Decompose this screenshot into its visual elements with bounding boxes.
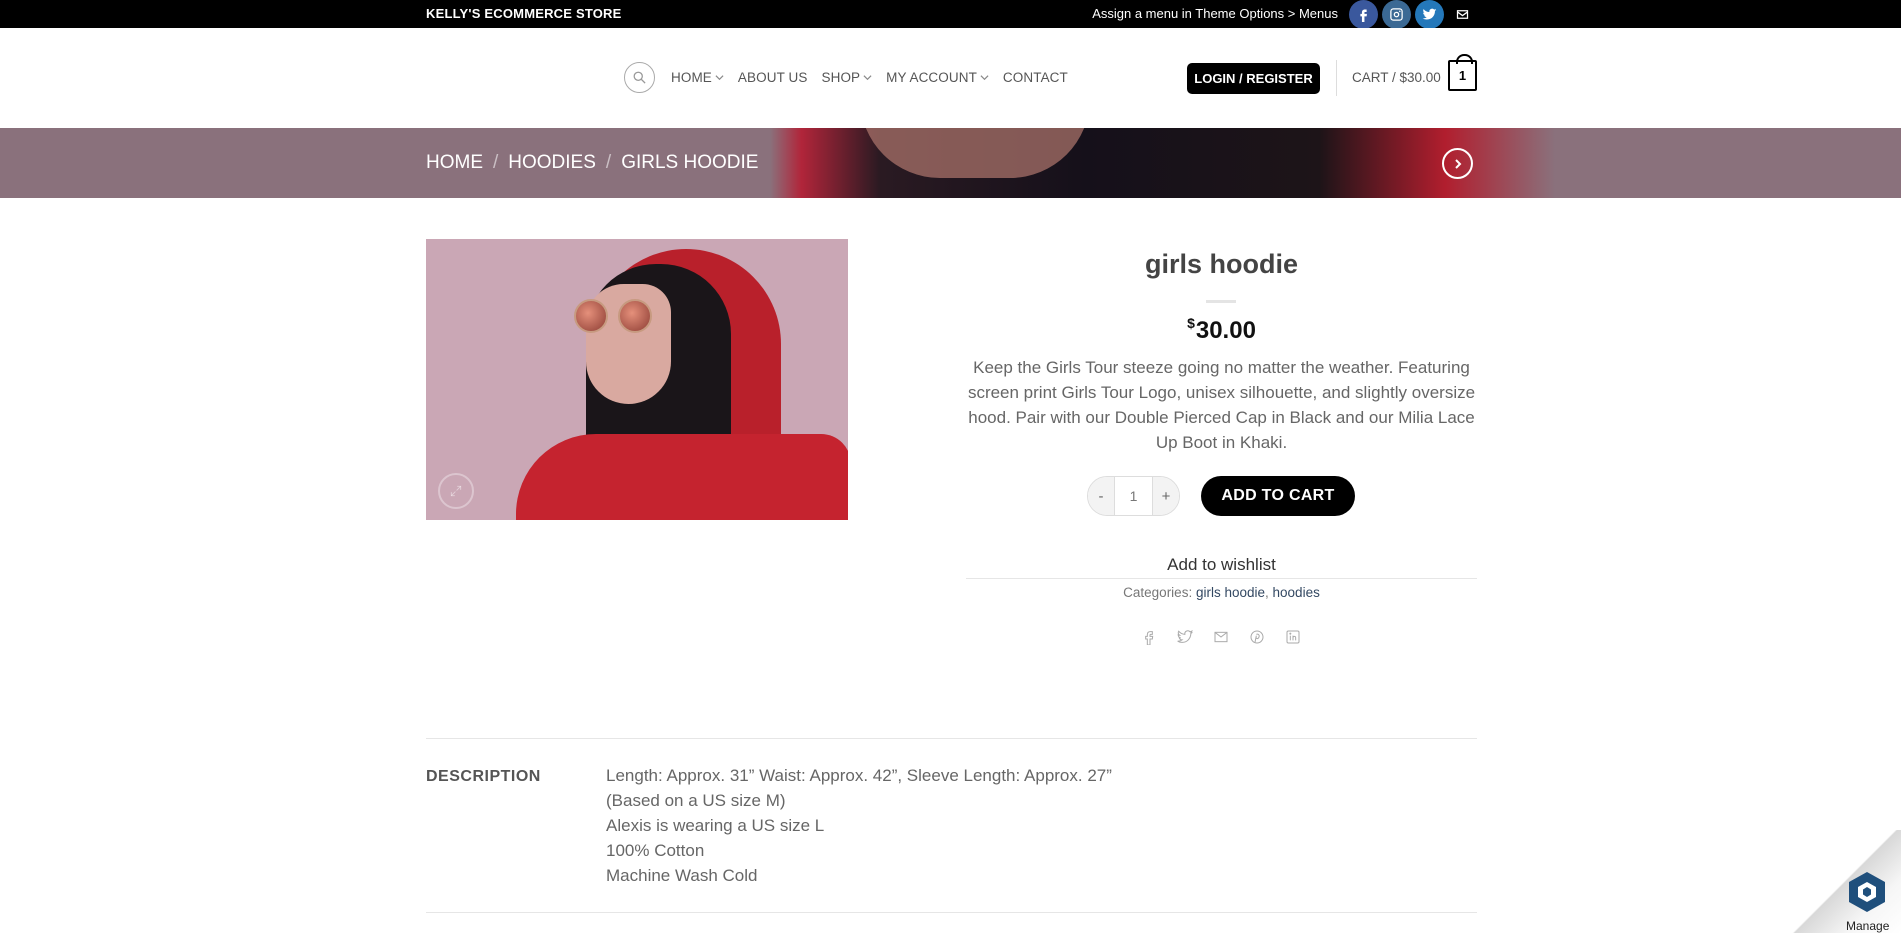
meta-divider [966,578,1477,579]
nav-item-my-account[interactable]: MY ACCOUNT [886,70,989,85]
header-divider [1336,60,1337,96]
manage-badge[interactable]: Manage [1791,830,1901,933]
facebook-icon[interactable] [1349,0,1378,29]
description-line: Length: Approx. 31” Waist: Approx. 42”, … [606,766,1112,785]
nav-item-label: SHOP [821,70,861,85]
social-icons [1349,0,1477,29]
product-short-description: Keep the Girls Tour steeze going no matt… [967,358,1476,452]
next-product-button[interactable] [1442,148,1473,179]
twitter-icon[interactable] [1415,0,1444,29]
chevron-down-icon [715,75,724,81]
categories-label: Categories: [1123,585,1193,600]
category-link-girls-hoodie[interactable]: girls hoodie [1196,585,1265,600]
breadcrumb-home[interactable]: HOME [426,152,483,174]
cart-link[interactable]: CART / $30.00 [1352,70,1441,85]
breadcrumb-current: GIRLS HOODIE [621,152,759,173]
share-icons [1138,626,1304,648]
envelope-icon[interactable] [1448,0,1477,29]
nav-item-label: CONTACT [1002,70,1068,85]
nav-item-label: MY ACCOUNT [886,70,977,85]
price-currency: $ [1187,315,1195,331]
product-categories: Categories: girls hoodie, hoodies [1123,585,1320,600]
breadcrumb-banner: HOME / HOODIES / GIRLS HOODIE [0,128,1901,198]
price-amount: 30.00 [1195,317,1256,344]
zoom-button[interactable] [438,473,474,509]
top-bar: KELLY'S ECOMMERCE STORE Assign a menu in… [0,0,1901,29]
quantity-increase-button[interactable]: + [1153,477,1179,515]
nav-item-label: ABOUT US [737,70,808,85]
menu-note: Assign a menu in Theme Options > Menus [1092,6,1338,21]
chevron-down-icon [863,75,872,81]
nav-item-home[interactable]: HOME [671,70,724,85]
linkedin-icon[interactable] [1282,626,1304,648]
nav-item-about[interactable]: ABOUT US [738,70,808,85]
title-divider [1206,300,1236,303]
image-sunglasses [574,299,608,333]
chevron-right-icon [1454,158,1461,169]
description-line: 100% Cotton [606,841,705,860]
nav-item-contact[interactable]: CONTACT [1003,70,1068,85]
breadcrumb: HOME / HOODIES / GIRLS HOODIE [426,152,758,174]
cart-icon[interactable]: 1 [1448,54,1477,91]
product-image[interactable] [426,239,848,520]
description-line: (Based on a US size M) [606,791,786,810]
description-content: Length: Approx. 31” Waist: Approx. 42”, … [606,763,1112,888]
description-line: Alexis is wearing a US size L [606,816,825,835]
expand-icon [450,485,462,497]
pinterest-icon[interactable] [1246,626,1268,648]
breadcrumb-hoodies[interactable]: HOODIES [508,152,596,174]
nav-item-label: HOME [671,70,712,85]
login-register-button[interactable]: LOGIN / REGISTER [1187,63,1320,94]
quantity-stepper: - 1 + [1087,476,1180,516]
add-to-wishlist-link[interactable]: Add to wishlist [966,555,1477,575]
twitter-icon[interactable] [1174,626,1196,648]
search-button[interactable] [624,62,655,93]
envelope-icon[interactable] [1210,626,1232,648]
instagram-icon[interactable] [1382,0,1411,29]
image-sunglasses [618,299,652,333]
cart-count: 1 [1458,68,1467,83]
image-hoodie [516,434,848,520]
add-to-cart-button[interactable]: ADD TO CART [1201,476,1355,516]
breadcrumb-separator: / [493,152,499,173]
description-line: Machine Wash Cold [606,866,758,885]
product-price: $30.00 [966,315,1477,345]
site-header: HOME ABOUT US SHOP MY ACCOUNT CONTACT LO… [0,28,1901,128]
tabs-bottom-divider [426,912,1477,913]
search-icon [633,71,646,84]
tabs-top-divider [426,738,1477,739]
main-nav: HOME ABOUT US SHOP MY ACCOUNT CONTACT [671,70,1068,85]
category-link-hoodies[interactable]: hoodies [1273,585,1320,600]
product-title: girls hoodie [1144,249,1298,279]
nav-item-shop[interactable]: SHOP [821,70,872,85]
manage-label: Manage [1846,919,1890,933]
quantity-input[interactable]: 1 [1114,477,1153,515]
tab-description[interactable]: DESCRIPTION [426,768,541,786]
store-name[interactable]: KELLY'S ECOMMERCE STORE [426,6,622,21]
manage-logo-icon [1849,872,1885,912]
chevron-down-icon [980,75,989,81]
quantity-decrease-button[interactable]: - [1088,477,1114,515]
facebook-icon[interactable] [1138,626,1160,648]
breadcrumb-separator: / [605,152,612,173]
